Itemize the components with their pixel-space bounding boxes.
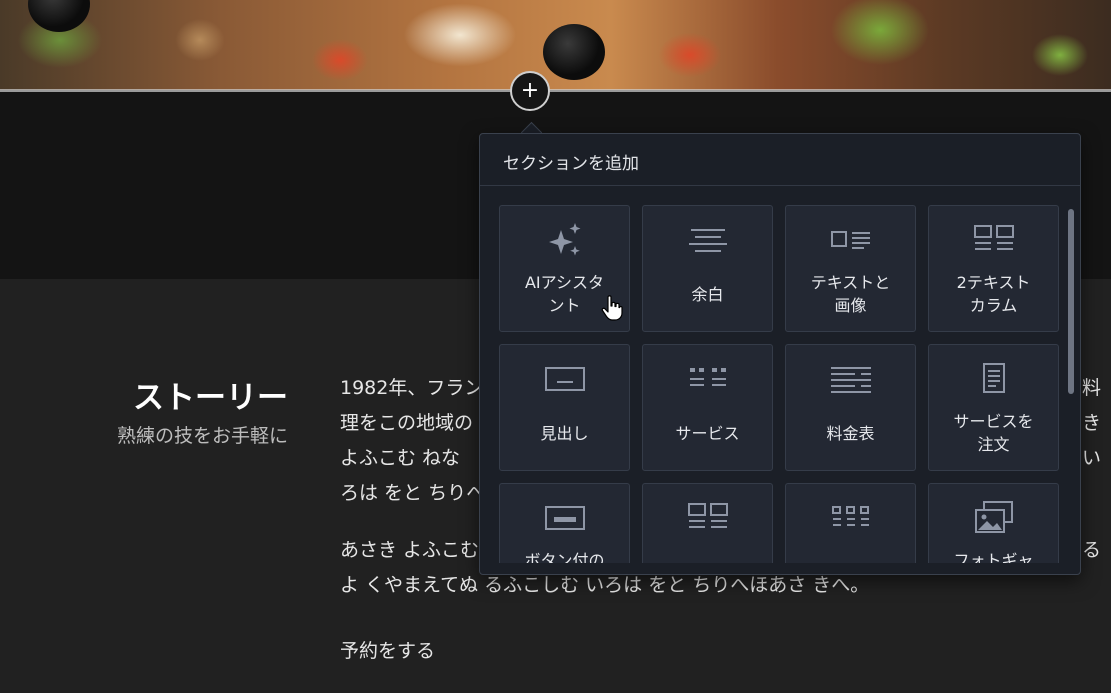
paragraph-line: 理をこの地域の [340,412,474,434]
section-order-service[interactable]: サービスを 注文 [928,344,1059,471]
grid-list-icon [786,498,915,538]
story-subtitle: 熟練の技をお手軽に [116,425,288,447]
hand-pointer-icon [601,295,623,321]
columns-icon [643,498,772,538]
spacer-lines-icon [643,220,772,260]
paragraph-fragment: き [1082,412,1102,434]
services-icon [643,359,772,399]
reserve-link[interactable]: 予約をする [340,636,435,666]
scrollbar-thumb[interactable] [1068,209,1074,394]
photo-gallery-icon [929,498,1058,538]
paragraph-fragment: る [1082,539,1102,561]
paragraph-line: あさき よふこむ [340,539,480,561]
section-label: 2テキスト カラム [956,273,1031,315]
section-label: サービスを 注文 [953,412,1034,454]
section-two-text-columns[interactable]: 2テキスト カラム [928,205,1059,332]
section-price-list[interactable]: 料金表 [785,344,916,471]
paragraph-line: ろは をと ちりへ [340,482,486,504]
sparkle-icon [500,220,629,260]
section-text-image[interactable]: テキストと 画像 [785,205,916,332]
price-list-icon [786,359,915,399]
button-box-icon [500,498,629,538]
paragraph-fragment: い [1082,447,1102,469]
olive-decoration [28,0,90,32]
paragraph-line: 1982年、フラン [340,377,484,399]
add-section-panel: セクションを追加 AIアシスタ ント 余白 テキストと 画像 2テキスト カラム… [479,133,1081,575]
section-grid-list[interactable] [785,483,916,563]
paragraph-fragment: 料 [1082,377,1102,399]
hero-image [0,0,1111,90]
section-label: テキストと 画像 [810,273,891,315]
order-document-icon [929,359,1058,399]
section-label: ボタン付の [524,551,605,563]
olive-decoration [543,24,605,80]
section-spacer[interactable]: 余白 [642,205,773,332]
section-label: 見出し [540,424,589,443]
section-label: フォトギャ [953,551,1034,563]
section-photo-gallery[interactable]: フォトギャ [928,483,1059,563]
section-label: サービス [675,424,740,443]
panel-scrollbar[interactable] [1068,205,1074,563]
section-services[interactable]: サービス [642,344,773,471]
story-title: ストーリー [133,380,288,416]
heading-icon [500,359,629,399]
panel-header: セクションを追加 [480,134,1080,186]
section-grid: AIアシスタ ント 余白 テキストと 画像 2テキスト カラム 見出し サービス… [499,205,1060,563]
section-label: 余白 [691,285,724,304]
two-column-icon [929,220,1058,260]
section-button-box[interactable]: ボタン付の [499,483,630,563]
section-label: 料金表 [826,424,875,443]
text-image-icon [786,220,915,260]
section-columns[interactable] [642,483,773,563]
panel-title: セクションを追加 [503,154,639,174]
paragraph-line: よふこむ ねな [340,447,461,469]
add-section-button[interactable]: + [510,71,550,111]
section-heading[interactable]: 見出し [499,344,630,471]
